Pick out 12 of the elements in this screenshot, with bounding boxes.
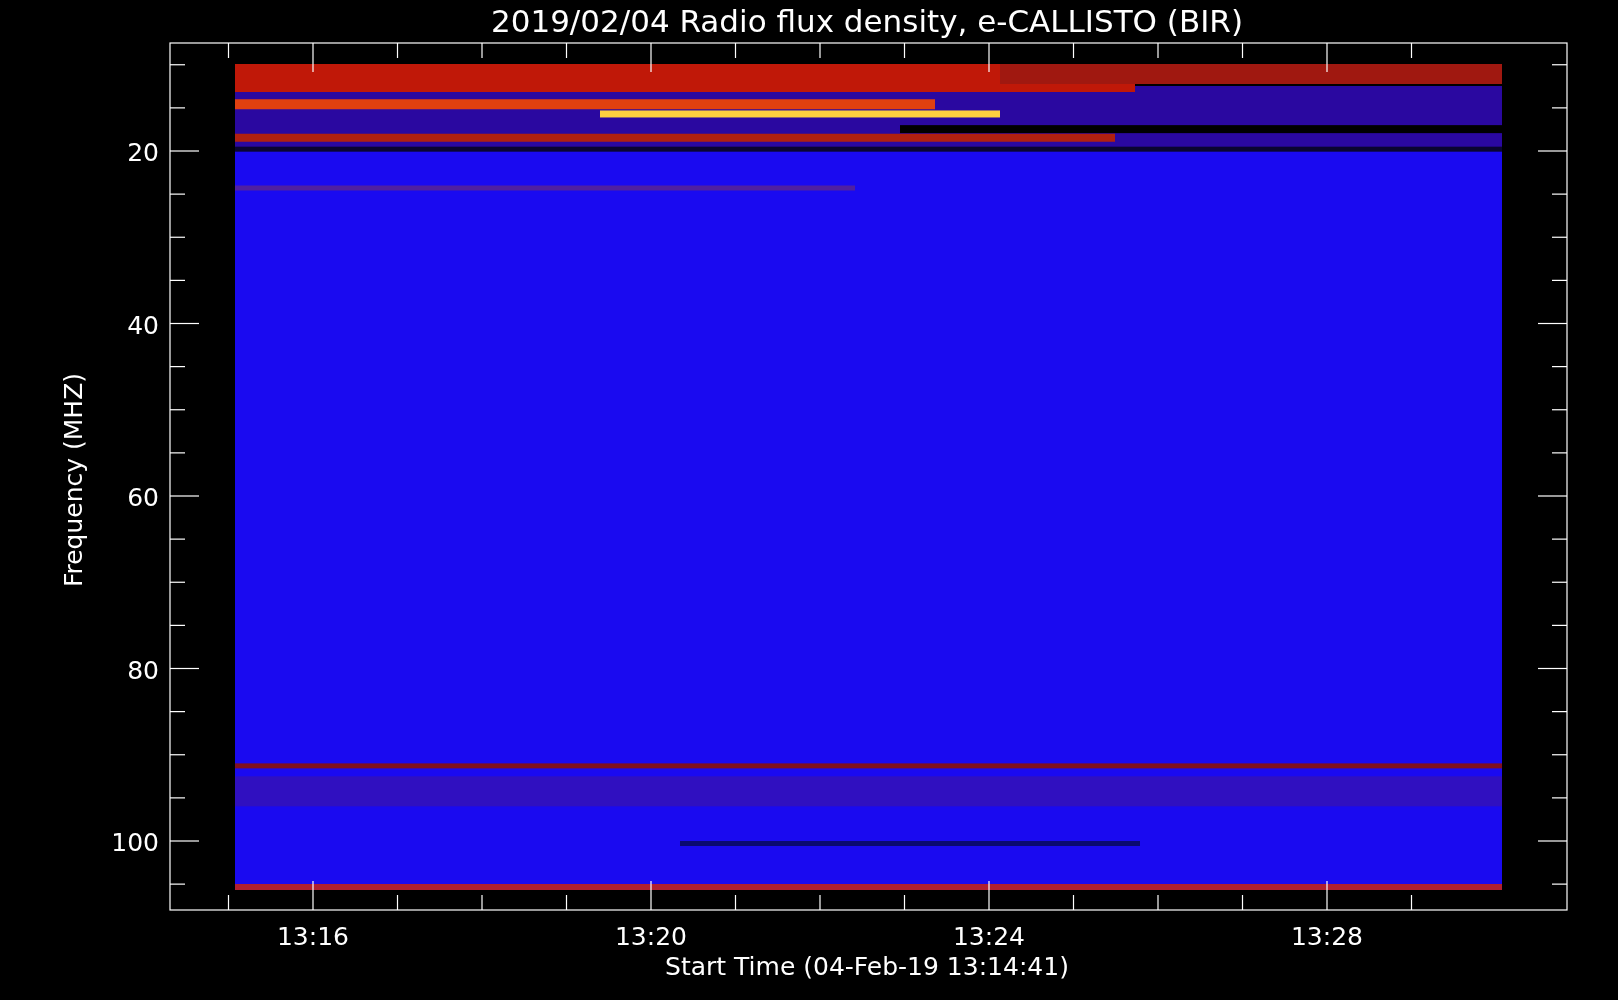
tick-label: 20 (127, 138, 159, 167)
tick-label: 60 (127, 483, 159, 512)
tick-label: 13:28 (1291, 922, 1363, 951)
chart-title: 2019/02/04 Radio flux density, e-CALLISTO (BIR) (491, 3, 1243, 39)
tick-label: 40 (127, 310, 159, 340)
tick-label: 13:20 (615, 922, 687, 951)
tick-label: 80 (127, 655, 159, 685)
tick-label: 13:24 (953, 922, 1025, 951)
axis-title: Frequency (MHZ) (59, 372, 88, 588)
tick-label: 13:16 (277, 922, 349, 951)
axis-title: Start Time (04-Feb-19 13:14:41) (665, 952, 1069, 981)
tick-label: 100 (111, 828, 159, 857)
